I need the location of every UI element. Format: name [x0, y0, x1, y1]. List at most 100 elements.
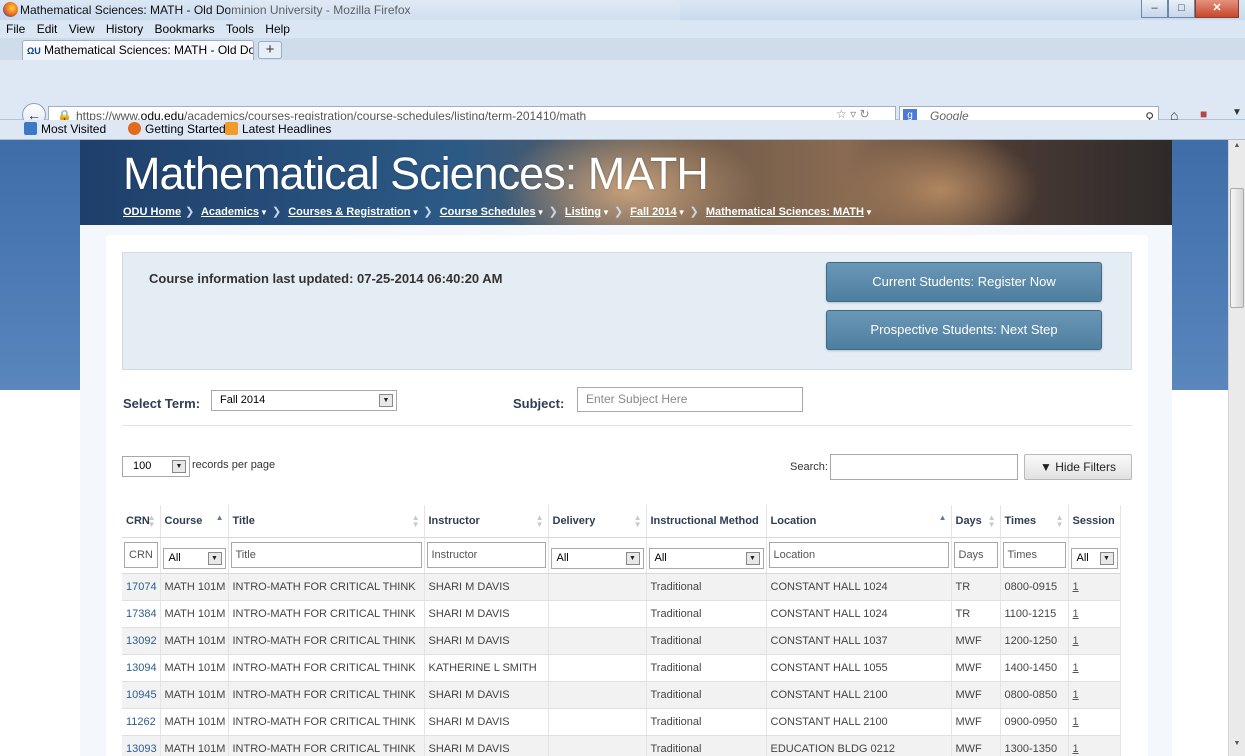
- reload-icon[interactable]: ↻: [859, 107, 869, 121]
- session-link[interactable]: 1: [1073, 581, 1079, 593]
- session-link[interactable]: 1: [1073, 716, 1079, 728]
- column-header-delivery[interactable]: Delivery ▲ ▼: [548, 505, 647, 538]
- chevron-down-icon[interactable]: ▼: [207, 551, 222, 565]
- crn-cell[interactable]: 13093: [122, 735, 161, 756]
- dropdown-arrow-icon[interactable]: ▿: [850, 107, 856, 121]
- term-select[interactable]: Fall 2014 ▼: [211, 390, 397, 411]
- register-now-button[interactable]: Current Students: Register Now: [826, 262, 1102, 302]
- menu-bookmarks[interactable]: Bookmarks: [155, 20, 215, 38]
- chevron-down-icon[interactable]: ▼: [678, 208, 686, 217]
- chevron-down-icon[interactable]: ▼: [602, 208, 610, 217]
- chevron-down-icon[interactable]: ▼: [745, 551, 760, 565]
- scroll-up-icon[interactable]: ▲: [1229, 142, 1245, 156]
- crn-cell[interactable]: 13094: [122, 654, 161, 682]
- column-header-instructor[interactable]: Instructor ▲ ▼: [424, 505, 549, 538]
- method-filter-select[interactable]: All ▼: [648, 547, 764, 569]
- session-link[interactable]: 1: [1073, 608, 1079, 620]
- column-header-days[interactable]: Days ▲ ▼: [951, 505, 1001, 538]
- chevron-down-icon[interactable]: ▼: [1099, 551, 1114, 565]
- menu-view[interactable]: View: [69, 20, 95, 38]
- bookmark-star-icon[interactable]: ☆: [836, 107, 847, 121]
- menu-tools[interactable]: Tools: [226, 20, 254, 38]
- column-header-times[interactable]: Times ▲ ▼: [1000, 505, 1069, 538]
- records-per-page-select[interactable]: 100 ▼: [122, 456, 190, 477]
- vertical-scrollbar[interactable]: ▲ ▼: [1228, 140, 1245, 756]
- new-tab-button[interactable]: +: [258, 41, 282, 59]
- menu-help[interactable]: Help: [265, 20, 290, 38]
- chevron-down-icon[interactable]: ▼: [411, 208, 419, 217]
- table-row: 13094 MATH 101M INTRO-MATH FOR CRITICAL TH…: [122, 654, 1121, 682]
- days-filter-input[interactable]: Days: [953, 542, 998, 568]
- column-header-session[interactable]: Session: [1068, 505, 1121, 538]
- breadcrumb-math[interactable]: Mathematical Sciences: MATH: [706, 206, 864, 218]
- instructor-cell: SHARI M DAVIS: [424, 681, 549, 709]
- session-filter-select[interactable]: All ▼: [1070, 547, 1118, 569]
- menu-history[interactable]: History: [106, 20, 143, 38]
- table-search-input[interactable]: [830, 454, 1018, 480]
- column-header-title[interactable]: Title ▲ ▼: [228, 505, 425, 538]
- location-cell: CONSTANT HALL 2100: [766, 681, 952, 709]
- tab-current[interactable]: ΩU Mathematical Sciences: MATH - Old Do..…: [22, 40, 254, 60]
- term-select-value: Fall 2014: [220, 394, 266, 406]
- chevron-down-icon[interactable]: ▼: [260, 208, 268, 217]
- crn-cell[interactable]: 17384: [122, 600, 161, 628]
- breadcrumb-listing[interactable]: Listing: [565, 206, 601, 218]
- bookmark-most-visited[interactable]: Most Visited: [24, 120, 106, 139]
- chevron-down-icon[interactable]: ▼: [625, 551, 640, 565]
- chevron-down-icon[interactable]: ▼: [379, 394, 393, 407]
- breadcrumb-academics[interactable]: Academics: [201, 206, 259, 218]
- times-cell: 0900-0950: [1000, 708, 1069, 736]
- column-header-crn[interactable]: CRN ▲ ▼: [122, 505, 161, 538]
- crn-filter-input[interactable]: CRN: [124, 542, 158, 568]
- method-cell: Traditional: [646, 654, 767, 682]
- sort-arrows-icon: ▲ ▼: [633, 513, 642, 529]
- scroll-down-icon[interactable]: ▼: [1229, 740, 1245, 754]
- course-filter-select[interactable]: All ▼: [162, 547, 226, 569]
- title-filter-input[interactable]: Title: [230, 542, 422, 568]
- chevron-down-icon[interactable]: ▼: [537, 208, 545, 217]
- session-cell: 1: [1068, 735, 1121, 756]
- maximize-icon[interactable]: □: [1168, 0, 1195, 18]
- bookmark-getting-started[interactable]: Getting Started: [128, 120, 226, 139]
- session-link[interactable]: 1: [1073, 662, 1079, 674]
- delivery-filter-select[interactable]: All ▼: [550, 547, 644, 569]
- breadcrumb-separator: ❯: [271, 206, 282, 218]
- crn-cell[interactable]: 11262: [122, 708, 161, 736]
- chevron-down-icon[interactable]: ▼: [865, 208, 873, 217]
- instructor-filter-input[interactable]: Instructor: [426, 542, 546, 568]
- subject-input[interactable]: Enter Subject Here: [577, 387, 803, 412]
- bookmark-latest-headlines[interactable]: Latest Headlines: [225, 120, 331, 139]
- crn-cell[interactable]: 17074: [122, 573, 161, 601]
- crn-cell[interactable]: 10945: [122, 681, 161, 709]
- session-link[interactable]: 1: [1073, 743, 1079, 755]
- column-header-label: CRN: [126, 514, 150, 527]
- breadcrumb-fall-2014[interactable]: Fall 2014: [630, 206, 676, 218]
- menu-edit[interactable]: Edit: [37, 20, 58, 38]
- session-link[interactable]: 1: [1073, 635, 1079, 647]
- breadcrumb-odu-home[interactable]: ODU Home: [123, 206, 181, 218]
- funnel-icon: ▼: [1040, 460, 1052, 474]
- close-icon[interactable]: ✕: [1195, 0, 1239, 18]
- minimize-icon[interactable]: –: [1141, 0, 1168, 18]
- session-link[interactable]: 1: [1073, 689, 1079, 701]
- scrollbar-thumb[interactable]: [1230, 188, 1244, 308]
- hide-filters-button[interactable]: ▼ Hide Filters: [1024, 454, 1132, 480]
- times-filter-input[interactable]: Times: [1002, 542, 1066, 568]
- crn-cell[interactable]: 13092: [122, 627, 161, 655]
- breadcrumb-courses-registration[interactable]: Courses & Registration: [288, 206, 410, 218]
- hide-filters-label: Hide Filters: [1055, 460, 1116, 474]
- location-filter-input[interactable]: Location: [768, 542, 949, 568]
- chevron-down-icon[interactable]: ▼: [172, 460, 186, 473]
- next-step-button[interactable]: Prospective Students: Next Step: [826, 310, 1102, 350]
- times-cell: 0800-0850: [1000, 681, 1069, 709]
- column-header-location[interactable]: Location ▲: [766, 505, 952, 538]
- addon-icon[interactable]: ■: [1200, 107, 1207, 121]
- session-cell: 1: [1068, 654, 1121, 682]
- delivery-filter-value: All: [556, 551, 569, 564]
- menu-file[interactable]: File: [6, 20, 25, 38]
- breadcrumb-course-schedules[interactable]: Course Schedules: [440, 206, 536, 218]
- course-cell: MATH 101M: [160, 654, 229, 682]
- toolbar-menu-arrow-icon[interactable]: ▼: [1232, 107, 1242, 118]
- column-header-course[interactable]: Course ▲: [160, 505, 229, 538]
- column-header-method[interactable]: Instructional Method: [646, 505, 767, 538]
